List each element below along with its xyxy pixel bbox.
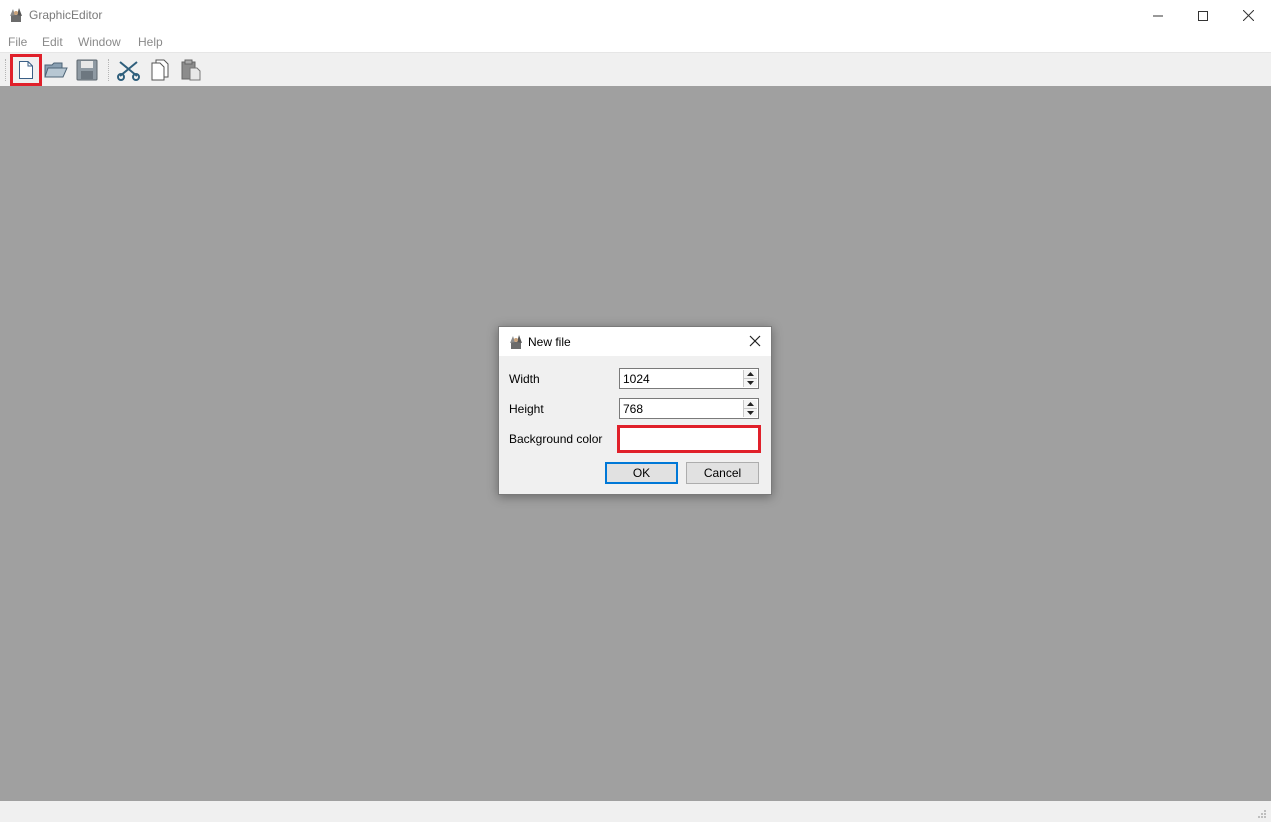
toolbar <box>0 52 1271 86</box>
width-label: Width <box>509 372 540 386</box>
height-increment-button[interactable] <box>744 400 757 409</box>
close-icon[interactable] <box>747 333 763 349</box>
background-color-field[interactable] <box>617 425 761 453</box>
toolbar-separator <box>108 59 111 81</box>
paste-button[interactable] <box>178 57 204 83</box>
menu-file[interactable]: File <box>8 35 27 49</box>
scissors-icon <box>117 61 140 81</box>
minimize-icon <box>1153 15 1163 16</box>
dialog-title-bar: New file <box>499 327 771 356</box>
menu-edit[interactable]: Edit <box>42 35 63 49</box>
height-value[interactable]: 768 <box>623 402 643 416</box>
maximize-icon <box>1198 10 1208 21</box>
save-file-button[interactable] <box>74 57 100 83</box>
width-spinbox[interactable]: 1024 <box>619 368 759 389</box>
app-logo-icon <box>10 8 22 22</box>
cancel-button[interactable]: Cancel <box>686 462 759 484</box>
title-bar: GraphicEditor <box>0 0 1271 31</box>
menu-bar: File Edit Window Help <box>0 31 1271 52</box>
arrow-up-icon <box>747 372 754 376</box>
resize-grip-icon[interactable] <box>1257 809 1267 819</box>
menu-window[interactable]: Window <box>78 35 121 49</box>
height-spinbox[interactable]: 768 <box>619 398 759 419</box>
app-logo-icon <box>510 335 522 349</box>
copy-icon <box>151 59 169 81</box>
arrow-down-icon <box>747 411 754 415</box>
open-folder-icon <box>44 62 68 78</box>
close-window-button[interactable] <box>1225 0 1271 31</box>
height-spin-arrows <box>743 400 757 417</box>
toolbar-grip <box>5 59 8 81</box>
width-value[interactable]: 1024 <box>623 372 650 386</box>
menu-help[interactable]: Help <box>138 35 163 49</box>
maximize-button[interactable] <box>1180 0 1226 31</box>
dialog-title: New file <box>528 335 571 349</box>
new-file-highlight <box>10 54 42 86</box>
width-decrement-button[interactable] <box>744 379 757 387</box>
width-increment-button[interactable] <box>744 370 757 379</box>
arrow-up-icon <box>747 402 754 406</box>
new-file-dialog: New file Width 1024 Height 768 Backgroun… <box>498 326 772 495</box>
ok-button[interactable]: OK <box>605 462 678 484</box>
cut-button[interactable] <box>116 57 142 83</box>
copy-button[interactable] <box>147 57 173 83</box>
status-bar <box>0 801 1271 822</box>
close-icon <box>1242 10 1254 21</box>
width-spin-arrows <box>743 370 757 387</box>
open-file-button[interactable] <box>43 57 69 83</box>
minimize-button[interactable] <box>1135 0 1181 31</box>
height-decrement-button[interactable] <box>744 409 757 417</box>
window-title: GraphicEditor <box>29 8 103 22</box>
paste-icon <box>181 59 201 81</box>
floppy-disk-icon <box>76 59 98 81</box>
arrow-down-icon <box>747 381 754 385</box>
height-label: Height <box>509 402 544 416</box>
background-color-label: Background color <box>509 432 603 446</box>
